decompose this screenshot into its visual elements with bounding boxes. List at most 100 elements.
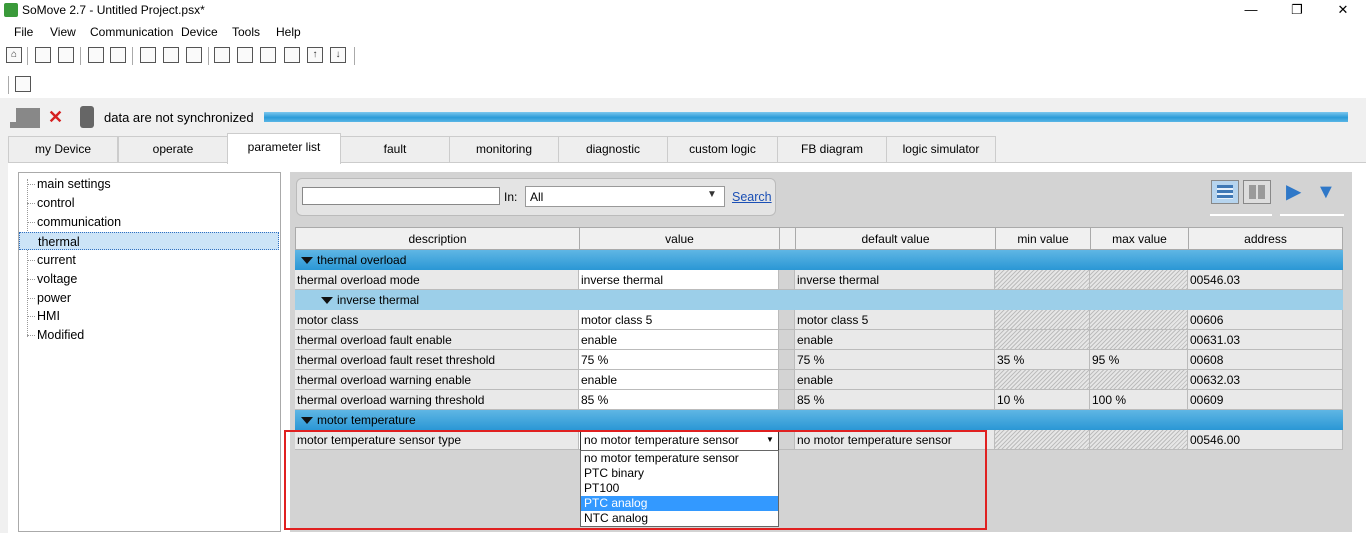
row-default: 75 % [795, 350, 995, 370]
row-min [995, 370, 1090, 390]
tree-item-modified[interactable]: Modified [37, 326, 84, 344]
new-file-icon[interactable] [35, 47, 51, 63]
col-min[interactable]: min value [995, 227, 1091, 250]
table-row[interactable]: thermal overload mode inverse thermal in… [295, 270, 1343, 290]
row-description: thermal overload fault enable [295, 330, 579, 350]
table-view-icon[interactable] [1211, 180, 1239, 204]
search-input[interactable] [302, 187, 500, 205]
maximize-button[interactable]: ❐ [1274, 0, 1320, 22]
menu-file[interactable]: File [14, 25, 33, 39]
print-icon[interactable] [186, 47, 202, 63]
menu-communication[interactable]: Communication [90, 25, 173, 39]
save-as-icon[interactable] [110, 47, 126, 63]
tree-item-communication[interactable]: communication [37, 213, 121, 231]
row-default: enable [795, 330, 995, 350]
group-label: inverse thermal [337, 293, 420, 307]
toolbar-separator [354, 47, 355, 65]
save-icon[interactable] [88, 47, 104, 63]
plug-icon[interactable] [260, 47, 276, 63]
open-folder-icon[interactable] [58, 47, 74, 63]
menu-view[interactable]: View [50, 25, 76, 39]
tree-connector [27, 316, 35, 317]
print-setup-icon[interactable] [163, 47, 179, 63]
tab-parameter-list[interactable]: parameter list [227, 133, 341, 164]
menu-help[interactable]: Help [276, 25, 301, 39]
tree-connector [27, 203, 35, 204]
row-spacer [779, 330, 795, 350]
row-default: inverse thermal [795, 270, 995, 290]
title-bar: SoMove 2.7 - Untitled Project.psx* — ❐ ✕ [0, 0, 1366, 22]
tree-item-main-settings[interactable]: main settings [37, 175, 111, 193]
tab-my-device[interactable]: my Device [8, 136, 118, 163]
sync-status-text: data are not synchronized [104, 110, 254, 125]
tree-connector [27, 279, 35, 280]
tree-item-voltage[interactable]: voltage [37, 270, 77, 288]
row-spacer [779, 370, 795, 390]
row-default: enable [795, 370, 995, 390]
row-max [1090, 430, 1188, 450]
disconnect-icon[interactable] [284, 47, 300, 63]
col-address[interactable]: address [1188, 227, 1343, 250]
group-inverse-thermal[interactable]: inverse thermal [295, 290, 1343, 310]
table-row[interactable]: motor class motor class 5 motor class 5 … [295, 310, 1343, 330]
tab-monitoring[interactable]: monitoring [449, 136, 559, 163]
home-icon[interactable]: ⌂ [6, 47, 22, 63]
tree-item-thermal[interactable]: thermal [19, 232, 279, 250]
tree-item-current[interactable]: current [37, 251, 76, 269]
sync-progress-bar [264, 112, 1348, 122]
row-address: 00632.03 [1188, 370, 1343, 390]
search-button[interactable]: Search [732, 190, 772, 204]
col-max[interactable]: max value [1090, 227, 1189, 250]
close-button[interactable]: ✕ [1320, 0, 1366, 22]
group-label: motor temperature [317, 413, 416, 427]
row-description: thermal overload warning threshold [295, 390, 579, 410]
tab-logic-simulator[interactable]: logic simulator [886, 136, 996, 163]
menu-device[interactable]: Device [181, 25, 218, 39]
tab-fb-diagram[interactable]: FB diagram [777, 136, 887, 163]
table-row[interactable]: thermal overload fault reset threshold 7… [295, 350, 1343, 370]
tree-item-control[interactable]: control [37, 194, 75, 212]
tree-item-power[interactable]: power [37, 289, 71, 307]
row-max [1090, 310, 1188, 330]
tab-operate[interactable]: operate [118, 136, 228, 163]
menu-tools[interactable]: Tools [232, 25, 260, 39]
upload-icon[interactable]: ↑ [307, 47, 323, 63]
col-default[interactable]: default value [795, 227, 996, 250]
tree-connector [27, 260, 35, 261]
search-scope-select[interactable]: All [525, 186, 725, 207]
grid-view-icon[interactable] [1243, 180, 1271, 204]
printer-icon[interactable] [15, 76, 31, 92]
print-preview-icon[interactable] [140, 47, 156, 63]
row-value[interactable]: 85 % [579, 390, 779, 410]
row-description: thermal overload mode [295, 270, 579, 290]
tab-fault[interactable]: fault [340, 136, 450, 163]
collapse-underline [1280, 214, 1344, 216]
sync-status-bar: ✕ data are not synchronized [0, 100, 1366, 130]
table-row[interactable]: thermal overload warning enable enable e… [295, 370, 1343, 390]
row-default: 85 % [795, 390, 995, 410]
row-address: 00631.03 [1188, 330, 1343, 350]
group-thermal-overload[interactable]: thermal overload [295, 250, 1343, 270]
row-max [1090, 330, 1188, 350]
tab-custom-logic[interactable]: custom logic [667, 136, 778, 163]
row-value[interactable]: inverse thermal [579, 270, 779, 290]
table-row[interactable]: thermal overload warning threshold 85 % … [295, 390, 1343, 410]
table-row[interactable]: thermal overload fault enable enable ena… [295, 330, 1343, 350]
tab-diagnostic[interactable]: diagnostic [558, 136, 668, 163]
row-address: 00546.00 [1188, 430, 1343, 450]
row-value[interactable]: motor class 5 [579, 310, 779, 330]
expand-right-icon[interactable]: ▶ [1286, 182, 1301, 202]
group-motor-temperature[interactable]: motor temperature [295, 410, 1343, 430]
toolbar-separator [208, 47, 209, 65]
download-icon[interactable]: ↓ [330, 47, 346, 63]
col-description[interactable]: description [295, 227, 580, 250]
row-value[interactable]: enable [579, 330, 779, 350]
connect-icon[interactable] [237, 47, 253, 63]
row-value[interactable]: enable [579, 370, 779, 390]
col-value[interactable]: value [579, 227, 780, 250]
minimize-button[interactable]: — [1228, 0, 1274, 22]
collapse-all-icon[interactable]: ▼ [1316, 182, 1336, 202]
row-value[interactable]: 75 % [579, 350, 779, 370]
tree-item-hmi[interactable]: HMI [37, 307, 60, 325]
device-icon[interactable] [214, 47, 230, 63]
